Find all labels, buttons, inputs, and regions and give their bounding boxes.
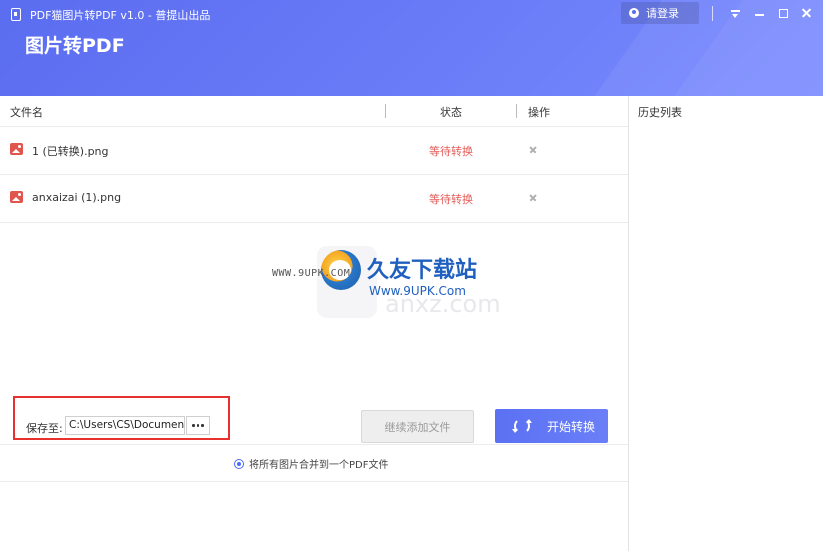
start-convert-label: 开始转换 <box>547 419 596 434</box>
window-title: PDF猫图片转PDF v1.0 - 普提山出品 <box>30 9 211 22</box>
maximize-icon[interactable] <box>776 5 792 21</box>
login-button[interactable]: 请登录 <box>621 2 699 24</box>
file-name: anxaizai (1).png <box>32 191 122 204</box>
more-icon <box>196 424 200 427</box>
minimize-icon[interactable] <box>752 5 768 21</box>
merge-option[interactable]: 将所有图片合并到一个PDF文件 <box>234 456 388 471</box>
close-icon[interactable] <box>529 194 537 202</box>
file-name: 1 (已转换).png <box>32 145 109 158</box>
close-icon[interactable] <box>529 146 537 154</box>
start-convert-button[interactable]: 开始转换 <box>495 409 608 443</box>
login-label: 请登录 <box>646 7 679 20</box>
user-icon <box>629 8 639 18</box>
continue-add-button[interactable]: 继续添加文件 <box>361 410 474 443</box>
table-row[interactable]: 1 (已转换).png 等待转换 <box>0 127 628 174</box>
status-badge: 等待转换 <box>429 193 473 206</box>
browse-button[interactable] <box>186 416 210 435</box>
refresh-icon <box>512 418 532 434</box>
more-icon <box>192 424 195 427</box>
divider <box>0 444 628 445</box>
column-divider <box>516 104 517 118</box>
divider <box>0 481 628 482</box>
save-path-input[interactable]: C:\Users\CS\Documents <box>65 416 185 435</box>
history-title: 历史列表 <box>638 106 682 119</box>
app-header: PDF猫图片转PDF v1.0 - 普提山出品 图片转PDF 请登录 <box>0 0 823 96</box>
watermark: anxz.com WWW.9UPK.COM 久友下载站 Www.9UPK.Com <box>272 244 507 320</box>
file-list-panel: 文件名 状态 操作 1 (已转换).png 等待转换 anxaizai (1).… <box>0 96 628 551</box>
more-icon <box>201 424 204 427</box>
column-header-action: 操作 <box>528 106 550 119</box>
close-window-icon[interactable] <box>799 5 815 21</box>
row-divider <box>0 222 628 223</box>
watermark-url-left: WWW.9UPK.COM <box>272 268 351 279</box>
header-divider <box>712 6 713 21</box>
menu-dropdown-icon[interactable] <box>728 5 744 21</box>
merge-label: 将所有图片合并到一个PDF文件 <box>249 460 389 471</box>
image-file-icon <box>10 191 23 203</box>
image-file-icon <box>10 143 23 155</box>
column-divider <box>385 104 386 118</box>
app-logo-icon <box>11 8 21 21</box>
column-header-status: 状态 <box>440 106 462 119</box>
watermark-url: Www.9UPK.Com <box>369 284 466 298</box>
watermark-title: 久友下载站 <box>367 258 478 283</box>
merge-radio[interactable] <box>234 458 244 469</box>
continue-add-label: 继续添加文件 <box>384 420 451 434</box>
history-panel: 历史列表 <box>629 96 823 551</box>
table-row[interactable]: anxaizai (1).png 等待转换 <box>0 175 628 222</box>
status-badge: 等待转换 <box>429 145 473 158</box>
save-label: 保存至: <box>26 422 63 435</box>
column-header-filename: 文件名 <box>10 106 43 119</box>
page-title: 图片转PDF <box>25 35 125 57</box>
